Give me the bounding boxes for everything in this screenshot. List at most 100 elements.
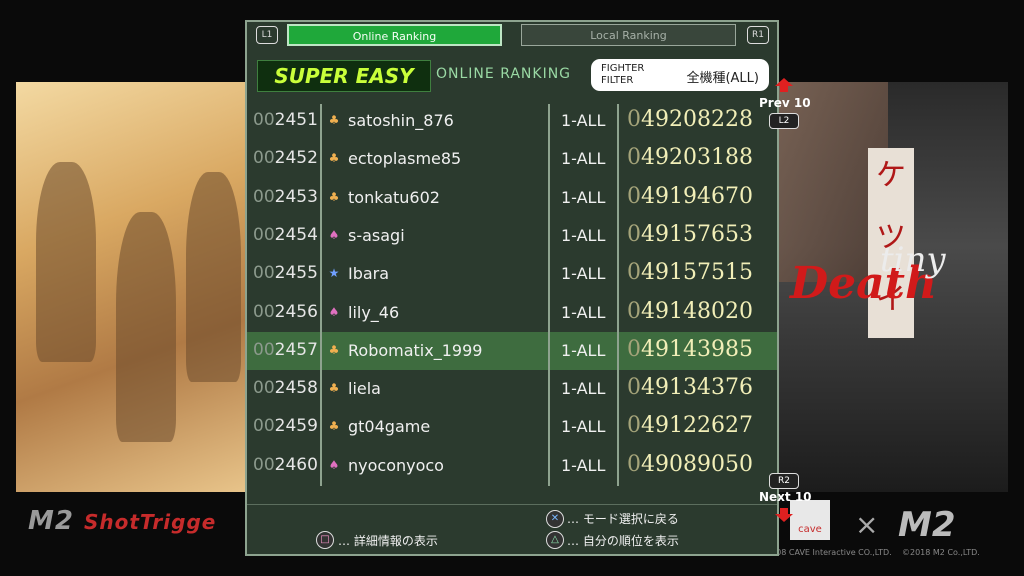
ranking-row[interactable]: 002453 ♣ tonkatu602 1-ALL 049194670: [247, 179, 777, 217]
rank-value: 2456: [274, 301, 318, 322]
fighter-icon: ♣: [328, 151, 340, 166]
ranking-row[interactable]: 002454 ♠ s-asagi 1-ALL 049157653: [247, 217, 777, 255]
score-value: 49157515: [641, 260, 753, 286]
stage-reached: 1-ALL: [561, 340, 606, 360]
rank-number: 002459: [253, 416, 318, 436]
ranking-row[interactable]: 002459 ♣ gt04game 1-ALL 049122627: [247, 408, 777, 446]
player-name: ectoplasme85: [348, 149, 462, 169]
rank-number: 002460: [253, 455, 318, 475]
stage-reached: 1-ALL: [561, 379, 606, 399]
player-name: nyoconyoco: [348, 455, 444, 475]
shottriggers-logo-text: ShotTrigge: [84, 510, 217, 534]
player-name: Robomatix_1999: [348, 340, 483, 360]
rank-value: 2453: [274, 186, 318, 207]
rank-value: 2454: [274, 224, 318, 245]
rank-value: 2457: [274, 339, 318, 360]
stage-reached: 1-ALL: [561, 187, 606, 207]
rank-prefix: 00: [253, 110, 275, 130]
score: 049203188: [627, 145, 753, 170]
rank-prefix: 00: [253, 301, 275, 322]
prev-arrow-icon[interactable]: [775, 78, 793, 92]
score: 049143985: [627, 337, 753, 362]
deathsmiles-logo-sub: tiny: [880, 240, 946, 280]
rank-number: 002453: [253, 187, 318, 207]
ranking-row[interactable]: 002458 ♣ liela 1-ALL 049134376: [247, 370, 777, 408]
stage-reached: 1-ALL: [561, 455, 606, 475]
score-value: 49122627: [641, 413, 753, 439]
rank-prefix: 00: [253, 416, 275, 437]
ranking-row[interactable]: 002455 ★ Ibara 1-ALL 049157515: [247, 255, 777, 293]
cross-button-icon: ✕: [546, 510, 564, 528]
score-prefix: 0: [627, 375, 641, 401]
m2-logo: M2: [898, 505, 956, 545]
player-name: gt04game: [348, 417, 431, 437]
fighter-filter[interactable]: FIGHTER FILTER 全機種(ALL): [591, 59, 769, 91]
player-name: liela: [348, 379, 381, 399]
character-silhouette: [186, 172, 241, 382]
cross-symbol: ×: [855, 508, 879, 541]
tab-local-ranking[interactable]: Local Ranking: [521, 24, 736, 46]
r2-button-hint[interactable]: R2: [769, 473, 799, 489]
score-value: 49134376: [641, 375, 753, 401]
rank-value: 2459: [274, 416, 318, 437]
score-prefix: 0: [627, 183, 641, 209]
score: 049089050: [627, 452, 753, 477]
score-value: 49089050: [641, 451, 753, 477]
rank-number: 002454: [253, 225, 318, 245]
copyright-m2: ©2018 M2 Co.,LTD.: [902, 548, 980, 557]
ranking-row[interactable]: 002451 ♣ satoshin_876 1-ALL 049208228: [247, 102, 777, 140]
rank-value: 2455: [274, 263, 318, 284]
player-name: lily_46: [348, 302, 400, 322]
rank-number: 002458: [253, 378, 318, 398]
fighter-icon: ♣: [328, 419, 340, 434]
score-value: 49208228: [641, 107, 753, 132]
score-prefix: 0: [627, 336, 641, 362]
l2-button-hint[interactable]: L2: [769, 113, 799, 129]
stage-reached: 1-ALL: [561, 264, 606, 284]
score: 049157515: [627, 260, 753, 285]
stage-reached: 1-ALL: [561, 111, 606, 130]
fighter-icon: ♣: [328, 113, 340, 127]
next-10-label[interactable]: Next 10: [759, 490, 812, 504]
rank-prefix: 00: [253, 186, 275, 207]
score-value: 49157653: [641, 221, 753, 247]
next-arrow-icon[interactable]: [775, 508, 793, 522]
stage-reached: 1-ALL: [561, 417, 606, 437]
rank-prefix: 00: [253, 224, 275, 245]
triangle-button-icon: △: [546, 531, 564, 549]
player-name: s-asagi: [348, 225, 405, 245]
score: 049157653: [627, 222, 753, 247]
footer-divider: [247, 504, 777, 505]
prev-10-label[interactable]: Prev 10: [759, 96, 811, 110]
rank-prefix: 00: [253, 454, 275, 475]
r1-button-hint[interactable]: R1: [747, 26, 769, 44]
rank-value: 2458: [274, 378, 318, 399]
ranking-row[interactable]: 002456 ♠ lily_46 1-ALL 049148020: [247, 294, 777, 332]
column-divider: [320, 104, 322, 486]
column-divider: [617, 104, 619, 486]
l1-button-hint[interactable]: L1: [256, 26, 278, 44]
ranking-row[interactable]: 002452 ♣ ectoplasme85 1-ALL 049203188: [247, 140, 777, 178]
player-name: satoshin_876: [348, 111, 454, 130]
help-show-my-rank: … 自分の順位を表示: [567, 534, 679, 548]
fighter-icon: ♠: [328, 304, 340, 319]
m2-shottriggers-logo: M2 ShotTrigge: [28, 506, 216, 536]
stage-reached: 1-ALL: [561, 225, 606, 245]
rank-prefix: 00: [253, 378, 275, 399]
score: 049208228: [627, 107, 753, 132]
score: 049194670: [627, 184, 753, 209]
rank-prefix: 00: [253, 148, 275, 169]
score-prefix: 0: [627, 107, 641, 132]
rank-prefix: 00: [253, 339, 275, 360]
player-name: tonkatu602: [348, 187, 440, 207]
rank-value: 2451: [274, 110, 318, 130]
tab-online-ranking[interactable]: Online Ranking: [287, 24, 502, 46]
m2-logo-text: M2: [28, 506, 74, 536]
rank-value: 2460: [274, 454, 318, 475]
fighter-icon: ♣: [328, 342, 340, 357]
score: 049148020: [627, 299, 753, 324]
score: 049134376: [627, 375, 753, 400]
rank-number: 002456: [253, 302, 318, 322]
ranking-row[interactable]: 002457 ♣ Robomatix_1999 1-ALL 049143985: [247, 331, 777, 370]
ranking-row[interactable]: 002460 ♠ nyoconyoco 1-ALL 049089050: [247, 447, 777, 485]
